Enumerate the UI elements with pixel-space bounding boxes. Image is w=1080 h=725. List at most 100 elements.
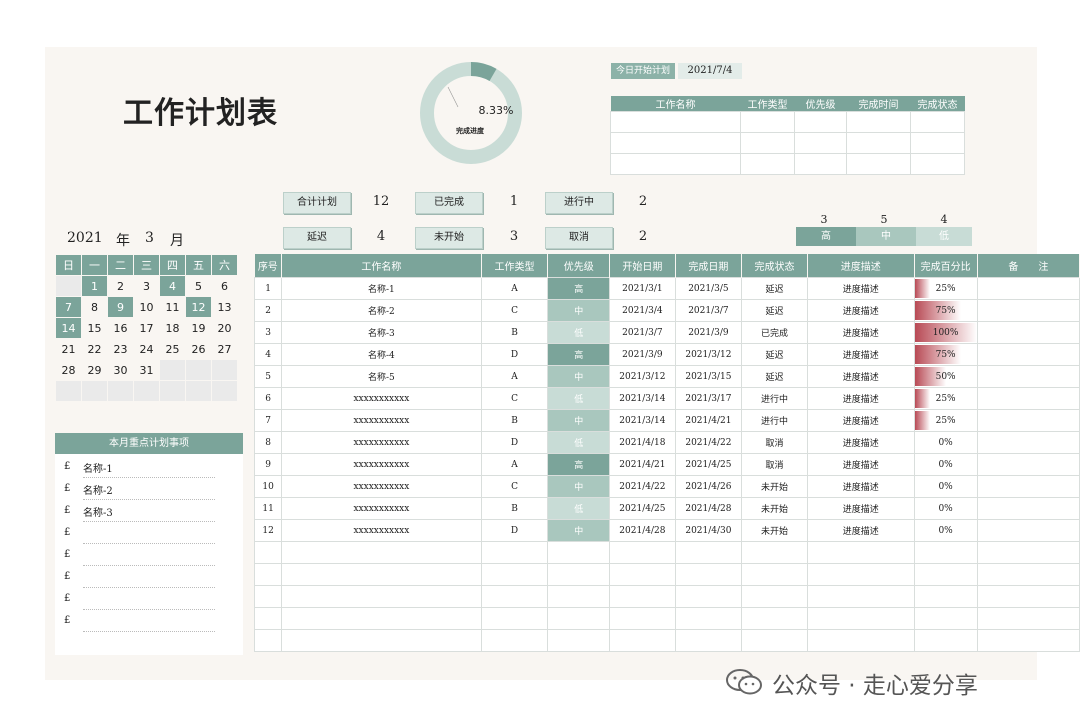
focus-item[interactable]: £ <box>55 544 243 566</box>
col-percent-cell[interactable]: 0% <box>913 497 978 520</box>
empty-cell[interactable] <box>547 585 611 608</box>
col-name-cell[interactable]: xxxxxxxxxxx <box>281 431 482 454</box>
col-priority-cell[interactable]: 低 <box>547 387 611 410</box>
table-row[interactable]: 3 名称-3 B 低 2021/3/7 2021/3/9 已完成 进度描述 100% <box>253 321 1080 344</box>
calendar-day[interactable]: 14 <box>55 317 82 339</box>
empty-cell[interactable] <box>976 607 1080 630</box>
col-type-cell[interactable]: D <box>480 343 549 366</box>
table-row[interactable]: 11 xxxxxxxxxxx B 低 2021/4/25 2021/4/28 未开始 进度描述… <box>253 497 1080 520</box>
empty-cell[interactable] <box>609 607 676 630</box>
calendar-day[interactable]: 8 <box>81 296 108 318</box>
focus-item[interactable]: £ <box>55 610 243 632</box>
empty-cell[interactable] <box>253 629 283 652</box>
focus-item-text[interactable] <box>83 614 215 632</box>
calendar-day[interactable]: 1 <box>81 275 108 297</box>
calendar-empty-cell[interactable] <box>211 380 238 402</box>
empty-cell[interactable] <box>674 629 743 652</box>
col-no-cell[interactable]: 10 <box>253 475 283 498</box>
col-desc-header[interactable]: 进度描述 <box>807 254 915 278</box>
checkbox-icon[interactable]: £ <box>64 593 70 604</box>
col-desc-cell[interactable]: 进度描述 <box>806 277 915 300</box>
col-name-cell[interactable]: 名称-1 <box>281 277 482 300</box>
col-remark-cell[interactable] <box>976 519 1080 542</box>
empty-cell[interactable] <box>913 607 978 630</box>
table-row[interactable]: 12 xxxxxxxxxxx D 中 2021/4/28 2021/4/30 未开始 进度描述… <box>253 519 1080 542</box>
col-status-cell[interactable]: 取消 <box>741 453 808 476</box>
focus-item[interactable]: £ <box>55 588 243 610</box>
calendar-empty-cell[interactable] <box>185 359 212 381</box>
calendar-empty-cell[interactable] <box>55 275 82 297</box>
empty-cell[interactable] <box>741 629 808 652</box>
col-priority-cell[interactable]: 低 <box>547 431 611 454</box>
col-status-cell[interactable]: 未开始 <box>741 475 808 498</box>
col-end-cell[interactable]: 2021/4/26 <box>674 475 743 498</box>
empty-cell[interactable] <box>547 563 611 586</box>
col-percent-cell[interactable]: 0% <box>913 431 978 454</box>
col-remark-cell[interactable] <box>976 475 1080 498</box>
today-date[interactable]: 2021/7/4 <box>678 63 742 79</box>
calendar-day[interactable]: 16 <box>107 317 134 339</box>
col-start-cell[interactable]: 2021/3/14 <box>609 409 676 432</box>
calendar-day[interactable]: 27 <box>211 338 238 360</box>
empty-cell[interactable] <box>480 541 549 564</box>
checkbox-icon[interactable]: £ <box>64 483 70 494</box>
col-name-cell[interactable]: 名称-2 <box>281 299 482 322</box>
col-type-cell[interactable]: A <box>480 453 549 476</box>
calendar-day[interactable]: 11 <box>159 296 186 318</box>
empty-cell[interactable] <box>674 585 743 608</box>
checkbox-icon[interactable]: £ <box>64 505 70 516</box>
col-remark-cell[interactable] <box>976 387 1080 410</box>
col-type-cell[interactable]: B <box>480 409 549 432</box>
empty-cell[interactable] <box>913 541 978 564</box>
calendar-day[interactable]: 3 <box>133 275 160 297</box>
col-start-cell[interactable]: 2021/4/18 <box>609 431 676 454</box>
empty-cell[interactable] <box>281 585 482 608</box>
empty-cell[interactable] <box>480 585 549 608</box>
empty-cell[interactable] <box>806 585 915 608</box>
col-priority-cell[interactable]: 高 <box>547 453 611 476</box>
col-start-cell[interactable]: 2021/3/4 <box>609 299 676 322</box>
col-remark-cell[interactable] <box>976 277 1080 300</box>
checkbox-icon[interactable]: £ <box>64 615 70 626</box>
col-remark-cell[interactable] <box>976 453 1080 476</box>
empty-row[interactable] <box>253 607 1080 630</box>
checkbox-icon[interactable]: £ <box>64 571 70 582</box>
col-status-cell[interactable]: 延迟 <box>741 299 808 322</box>
col-no-cell[interactable]: 8 <box>253 431 283 454</box>
empty-cell[interactable] <box>806 541 915 564</box>
col-percent-cell[interactable]: 25% <box>913 409 978 432</box>
col-start-cell[interactable]: 2021/3/7 <box>609 321 676 344</box>
empty-cell[interactable] <box>281 541 482 564</box>
col-remark-cell[interactable] <box>976 497 1080 520</box>
total-plan-button[interactable]: 合计计划 <box>283 192 351 214</box>
col-name-cell[interactable]: 名称-4 <box>281 343 482 366</box>
focus-item[interactable]: £ <box>55 522 243 544</box>
col-no-cell[interactable]: 12 <box>253 519 283 542</box>
col-no-cell[interactable]: 7 <box>253 409 283 432</box>
col-priority-cell[interactable]: 中 <box>547 409 611 432</box>
empty-cell[interactable] <box>609 541 676 564</box>
col-status-cell[interactable]: 未开始 <box>741 519 808 542</box>
cancel-button[interactable]: 取消 <box>545 227 613 249</box>
col-end-cell[interactable]: 2021/3/12 <box>674 343 743 366</box>
col-type-cell[interactable]: D <box>480 431 549 454</box>
col-end-cell[interactable]: 2021/3/7 <box>674 299 743 322</box>
col-no-cell[interactable]: 6 <box>253 387 283 410</box>
table-row[interactable]: 5 名称-5 A 中 2021/3/12 2021/3/15 延迟 进度描述 50% <box>253 365 1080 388</box>
empty-cell[interactable] <box>253 607 283 630</box>
calendar-day[interactable]: 12 <box>185 296 212 318</box>
table-row[interactable]: 7 xxxxxxxxxxx B 中 2021/3/14 2021/4/21 进行中 进度描述 2… <box>253 409 1080 432</box>
col-name-cell[interactable]: xxxxxxxxxxx <box>281 497 482 520</box>
empty-cell[interactable] <box>741 563 808 586</box>
col-priority-cell[interactable]: 高 <box>547 343 611 366</box>
col-status-cell[interactable]: 未开始 <box>741 497 808 520</box>
col-desc-cell[interactable]: 进度描述 <box>806 299 915 322</box>
col-start-cell[interactable]: 2021/3/9 <box>609 343 676 366</box>
calendar-empty-cell[interactable] <box>81 380 108 402</box>
empty-cell[interactable] <box>480 607 549 630</box>
empty-cell[interactable] <box>806 607 915 630</box>
empty-cell[interactable] <box>913 563 978 586</box>
focus-item[interactable]: £ <box>55 566 243 588</box>
empty-cell[interactable] <box>547 629 611 652</box>
empty-cell[interactable] <box>609 585 676 608</box>
